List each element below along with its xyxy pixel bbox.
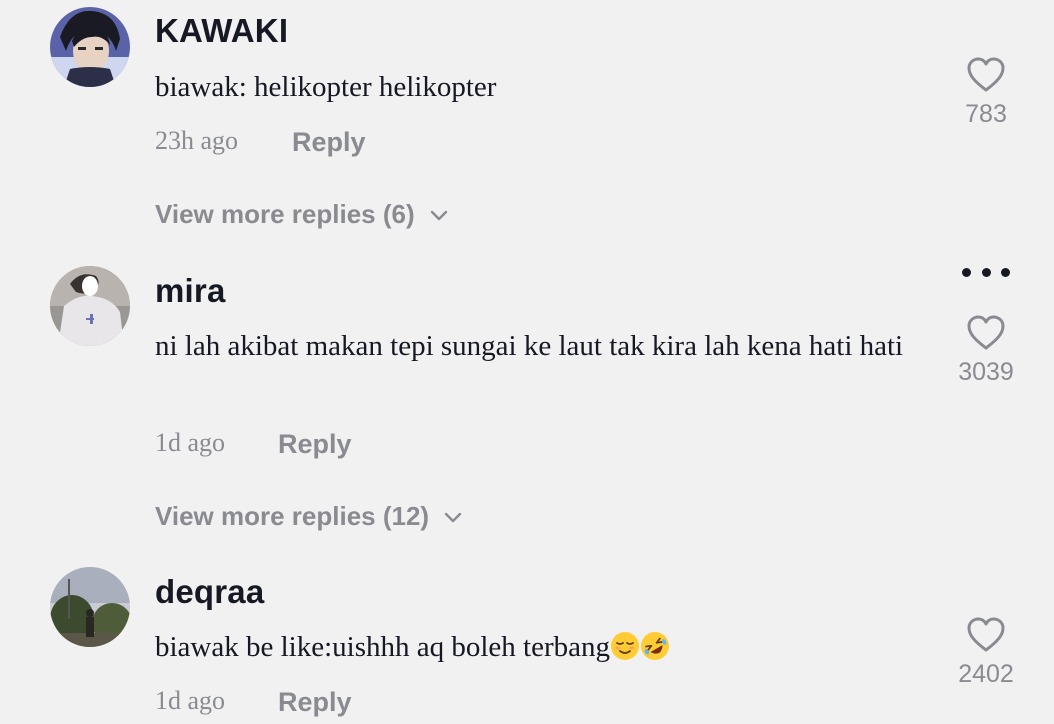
like-count: 783 [965,100,1007,128]
like-count: 2402 [958,660,1014,688]
more-horizontal-icon [962,267,971,277]
reply-button[interactable]: Reply [278,687,352,718]
reply-button[interactable]: Reply [278,429,352,460]
avatar[interactable] [50,266,130,346]
like-count: 3039 [958,358,1014,386]
comment-timestamp: 1d ago [155,428,226,457]
more-horizontal-icon [981,267,991,277]
comment-timestamp: 1d ago [155,686,226,715]
view-more-replies-label: View more replies (12) [155,501,430,531]
heart-outline-icon[interactable] [966,616,1006,654]
comment-text: biawak: helikopter helikopter [155,71,497,103]
view-more-replies-button[interactable]: View more replies (6) [155,199,449,230]
view-more-replies-label: View more replies (6) [155,199,415,229]
comment-username[interactable]: deqraa [155,573,264,611]
comment-text: biawak be like:uishhh aq boleh terbang [155,626,935,669]
more-horizontal-icon [1001,267,1010,277]
comment-username[interactable]: mira [155,272,226,310]
comment-text: ni lah akibat makan tepi sungai ke laut … [155,330,904,362]
outdoor-photo-avatar-icon [50,567,130,647]
heart-outline-icon[interactable] [966,314,1006,352]
person-photo-avatar-icon [50,266,130,346]
reply-button[interactable]: Reply [292,127,366,158]
avatar[interactable] [50,7,130,87]
heart-outline-icon[interactable] [966,56,1006,94]
comments-panel: KAWAKI biawak: helikopter helikopter 23h… [0,0,1054,724]
more-options-button[interactable] [962,265,1010,279]
comment-username[interactable]: KAWAKI [155,12,288,50]
rolling-on-floor-laughing-emoji-icon [641,632,670,660]
comment-timestamp: 23h ago [155,126,239,155]
like-control: 3039 [946,314,1026,387]
like-control: 783 [946,56,1026,129]
anime-character-avatar-icon [50,7,130,87]
chevron-down-icon [444,512,462,522]
like-control: 2402 [946,616,1026,689]
comment-text-body: biawak be like:uishhh aq boleh terbang [155,631,611,663]
avatar[interactable] [50,567,130,647]
chevron-down-icon [430,210,447,220]
relieved-face-emoji-icon [611,632,640,660]
view-more-replies-button[interactable]: View more replies (12) [155,501,463,532]
